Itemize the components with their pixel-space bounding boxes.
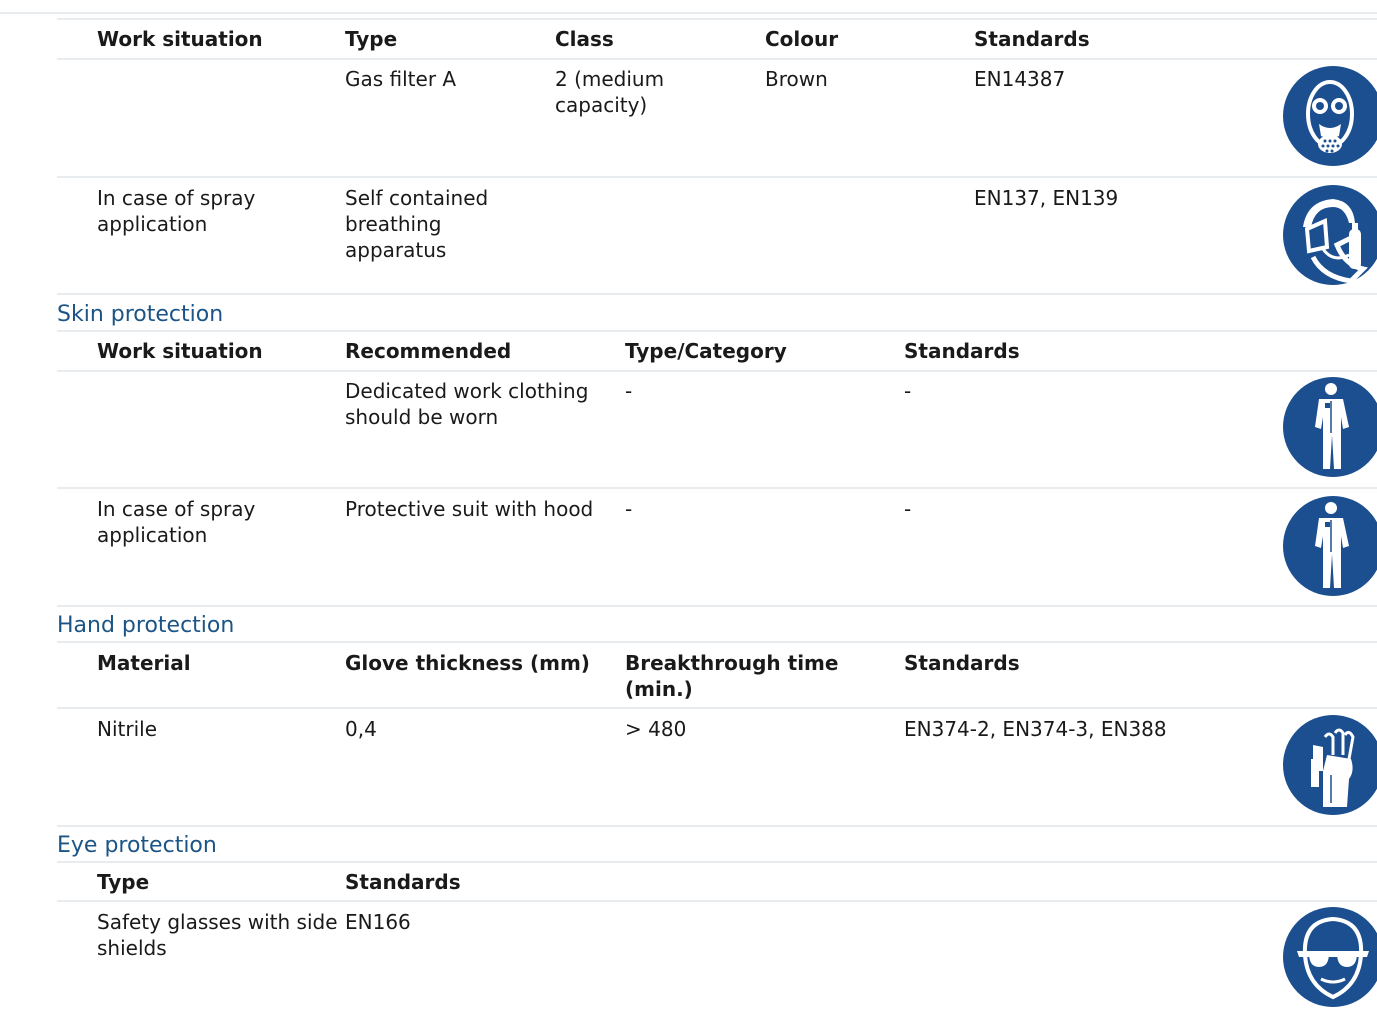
gloves-icon — [1283, 715, 1377, 815]
table-cell: Dedicated work clothing should be worn — [345, 379, 589, 429]
divider — [57, 861, 1377, 863]
divider — [57, 605, 1377, 607]
divider — [57, 825, 1377, 827]
protective-clothing-icon — [1283, 496, 1377, 596]
section-title-eye-protection: Eye protection — [57, 833, 217, 858]
divider — [57, 370, 1377, 372]
divider — [57, 707, 1377, 709]
column-header: Standards — [904, 651, 1020, 675]
table-cell: 0,4 — [345, 717, 377, 741]
table-cell: In case of spray application — [97, 497, 256, 547]
divider — [57, 293, 1377, 295]
table-cell: - — [625, 497, 633, 521]
section-title-skin-protection: Skin protection — [57, 302, 224, 327]
table-cell: EN374-2, EN374-3, EN388 — [904, 717, 1167, 741]
column-header: Glove thickness (mm) — [345, 651, 590, 675]
column-header: Type — [345, 27, 398, 51]
column-header: Type/Category — [625, 339, 787, 363]
gas-mask-icon — [1283, 66, 1377, 166]
column-header: Breakthrough time (min.) — [625, 651, 839, 701]
table-cell: Nitrile — [97, 717, 157, 741]
column-header: Standards — [345, 870, 461, 894]
protective-clothing-icon — [1283, 377, 1377, 477]
table-cell: EN14387 — [974, 67, 1066, 91]
divider — [57, 330, 1377, 332]
table-cell: EN166 — [345, 910, 411, 934]
safety-glasses-icon — [1283, 907, 1377, 1007]
table-cell: Self contained breathing apparatus — [345, 186, 489, 262]
column-header: Standards — [904, 339, 1020, 363]
table-cell: Safety glasses with side shields — [97, 910, 338, 960]
column-header: Work situation — [97, 339, 263, 363]
column-header: Colour — [765, 27, 839, 51]
column-header: Material — [97, 651, 191, 675]
divider — [57, 641, 1377, 643]
table-cell: Protective suit with hood — [345, 497, 594, 521]
breathing-apparatus-icon — [1283, 185, 1377, 285]
table-cell: EN137, EN139 — [974, 186, 1119, 210]
table-cell: 2 (medium capacity) — [555, 67, 665, 117]
divider — [57, 58, 1377, 60]
column-header: Standards — [974, 27, 1090, 51]
column-header: Type — [97, 870, 150, 894]
divider — [57, 18, 1377, 20]
table-cell: Brown — [765, 67, 828, 91]
table-cell: - — [904, 379, 912, 403]
column-header: Work situation — [97, 27, 263, 51]
column-header: Recommended — [345, 339, 512, 363]
divider — [57, 487, 1377, 489]
column-header: Class — [555, 27, 614, 51]
section-title-hand-protection: Hand protection — [57, 613, 235, 638]
table-cell: In case of spray application — [97, 186, 256, 236]
table-cell: > 480 — [625, 717, 687, 741]
divider — [0, 12, 1377, 14]
table-cell: - — [904, 497, 912, 521]
divider — [57, 900, 1377, 902]
table-cell: - — [625, 379, 633, 403]
divider — [57, 176, 1377, 178]
table-cell: Gas filter A — [345, 67, 457, 91]
